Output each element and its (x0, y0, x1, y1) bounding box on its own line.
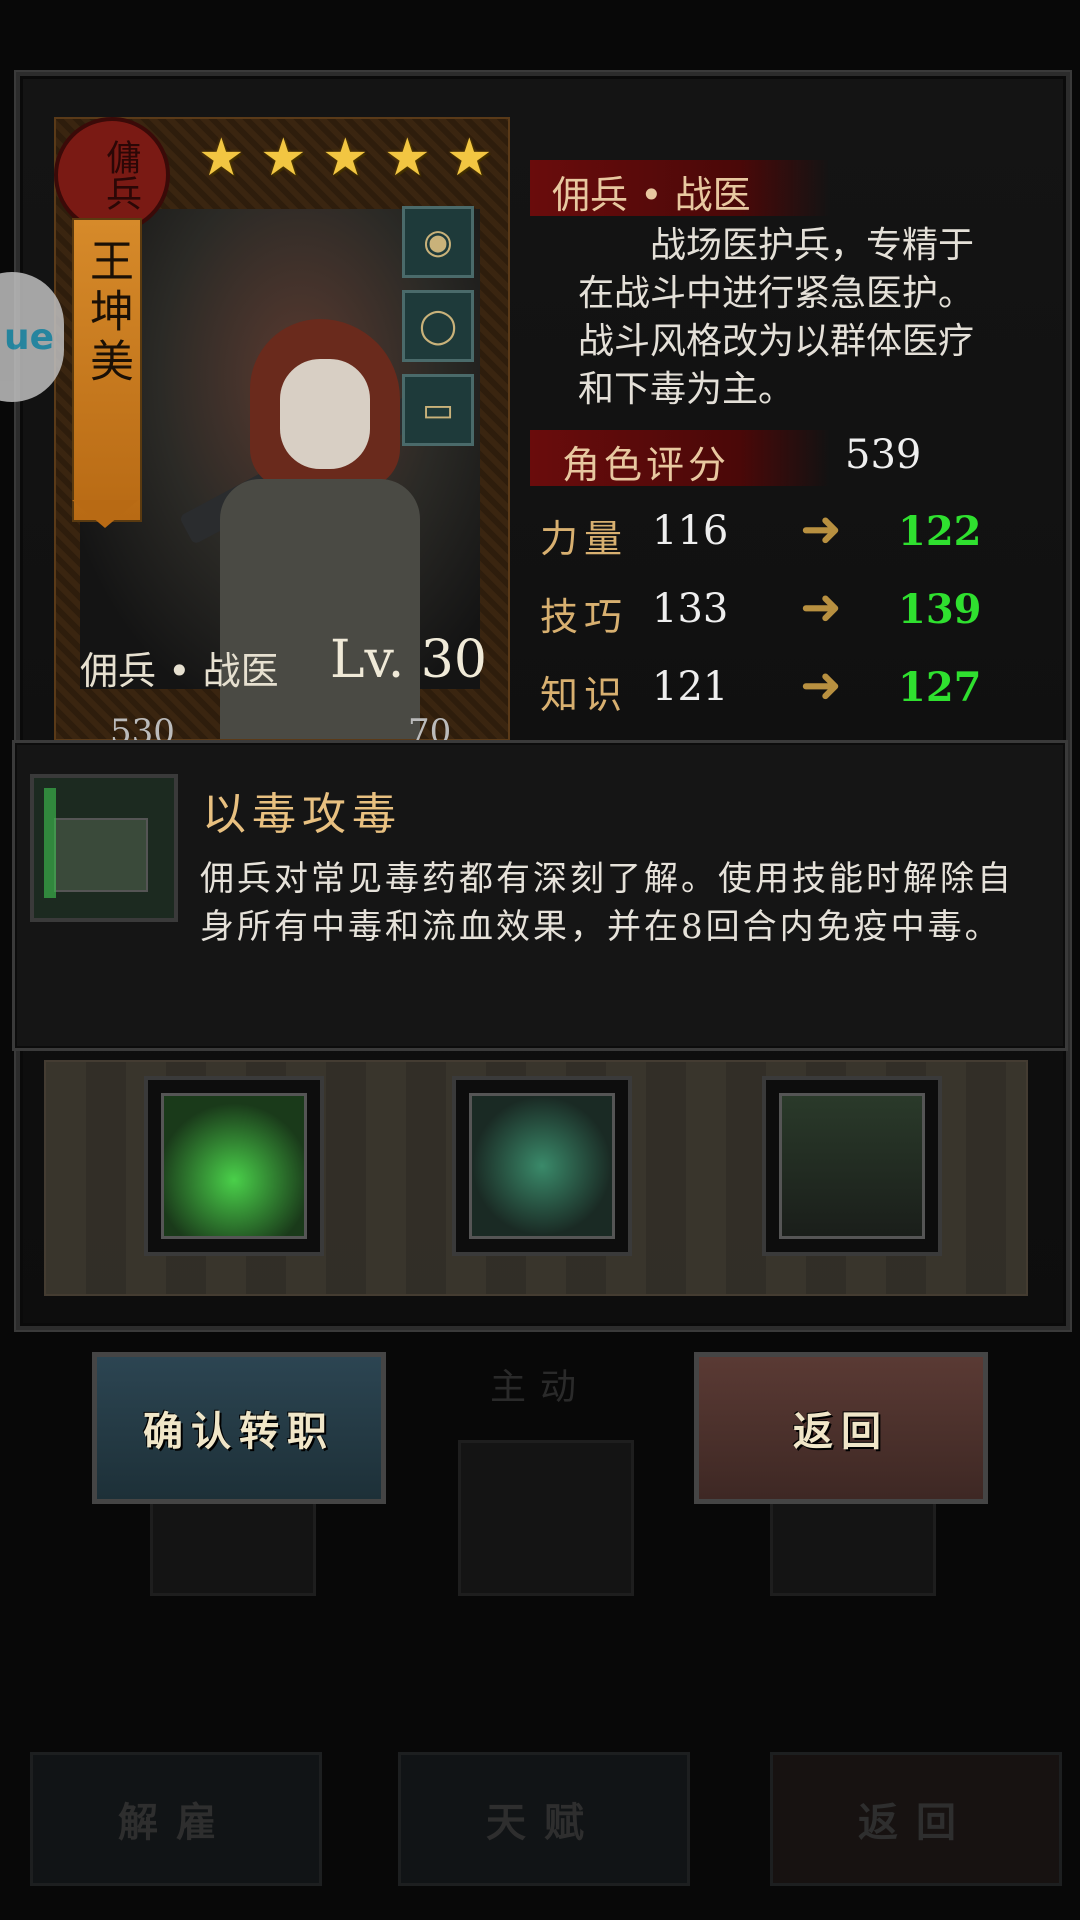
star-icon: ★ (384, 128, 431, 188)
skill-tooltip-title: 以毒攻毒 (202, 789, 402, 840)
stat-new-skill: 139 (898, 586, 982, 633)
arrow-right-icon: ➜ (800, 656, 842, 714)
class-seal: 傭兵 (54, 117, 170, 233)
dismiss-tab-button[interactable]: 解雇 (30, 1752, 322, 1886)
banner-tail (72, 500, 138, 528)
torso-art (220, 479, 420, 739)
phone-icon[interactable]: ▭ (402, 374, 474, 446)
bandage-icon (469, 1093, 615, 1239)
stat-new-strength: 122 (898, 508, 982, 555)
ring-icon[interactable]: ◯ (402, 290, 474, 362)
stat-current-skill: 133 (652, 586, 729, 632)
back-button[interactable]: 返回 (694, 1352, 988, 1504)
stat-new-knowledge: 127 (898, 664, 982, 711)
hero-name: 王坤美 (82, 238, 133, 388)
stat-label-strength: 力量 (540, 517, 629, 561)
talent-tab-button[interactable]: 天赋 (398, 1752, 690, 1886)
medkit-icon (30, 774, 178, 922)
stat-label-skill: 技巧 (540, 595, 629, 639)
confirm-class-change-button[interactable]: 确认转职 (92, 1352, 386, 1504)
score-value: 539 (845, 432, 922, 478)
star-icon: ★ (322, 128, 369, 188)
medal-icon[interactable]: ◉ (402, 206, 474, 278)
skill-tooltip-description: 佣兵对常见毒药都有深刻了解。使用技能时解除自身所有中毒和流血效果，并在8回合内免… (200, 859, 1014, 947)
skill-slot-1[interactable] (144, 1076, 324, 1256)
hero-level: Lv. 30 (330, 630, 487, 690)
hero-class-line: 佣兵 • 战医 (80, 649, 279, 693)
stat-current-strength: 116 (652, 508, 729, 554)
faded-skill-slot (458, 1440, 634, 1596)
stat-label-knowledge: 知识 (540, 673, 629, 717)
class-seal-text: 傭兵 (100, 139, 141, 211)
stat-current-knowledge: 121 (652, 664, 729, 710)
arrow-right-icon: ➜ (800, 500, 842, 558)
medkit-icon (779, 1093, 925, 1239)
class-description: 战场医护兵，专精于在战斗中进行紧急医护。战斗风格改为以群体医疗和下毒为主。 (578, 225, 975, 410)
face-art (280, 359, 370, 469)
name-banner: 王坤美 (72, 218, 142, 522)
class-title: 佣兵 • 战医 (552, 173, 751, 217)
score-label: 角色评分 (562, 443, 731, 487)
return-tab-button[interactable]: 返回 (770, 1752, 1062, 1886)
star-icon: ★ (198, 128, 245, 188)
poison-blade-icon (161, 1093, 307, 1239)
skill-slot-2[interactable] (452, 1076, 632, 1256)
star-icon: ★ (446, 128, 493, 188)
arrow-right-icon: ➜ (800, 578, 842, 636)
star-icon: ★ (260, 128, 307, 188)
faded-active-label: 主动 (490, 1367, 591, 1408)
skill-slot-3[interactable] (762, 1076, 942, 1256)
